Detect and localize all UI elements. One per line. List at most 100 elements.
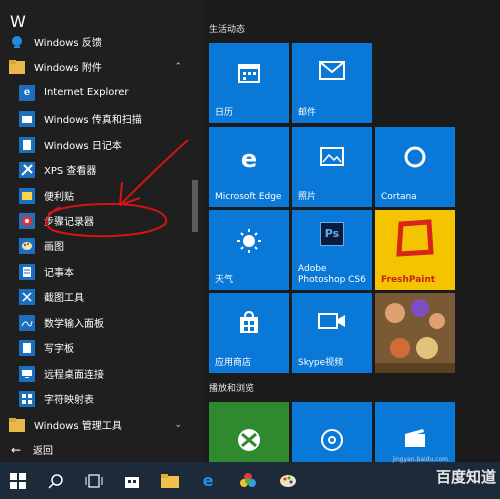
notepad-icon bbox=[19, 263, 35, 280]
xbox-icon bbox=[209, 428, 289, 452]
app-item-label: 截图工具 bbox=[44, 293, 84, 304]
app-item-wordpad[interactable]: 写字板 bbox=[0, 335, 190, 360]
app-item-label: Windows 传真和扫描 bbox=[44, 115, 142, 126]
photoshop-icon: Ps bbox=[292, 222, 372, 246]
tile-label: Adobe Photoshop CS6 bbox=[298, 264, 366, 285]
tile-calendar[interactable]: 日历 bbox=[209, 43, 289, 123]
taskbar: e bbox=[0, 462, 500, 499]
app-item-label: 记事本 bbox=[44, 268, 74, 279]
mail-icon bbox=[292, 61, 372, 81]
wordpad-icon bbox=[19, 339, 35, 356]
app-item-steps-recorder[interactable]: 步骤记录器 bbox=[0, 208, 190, 233]
app-item-snipping-tool[interactable]: 截图工具 bbox=[0, 284, 190, 309]
watermark-text: 百度知道 bbox=[435, 468, 496, 486]
scrollbar-thumb[interactable] bbox=[192, 180, 198, 232]
chevron-down-icon[interactable]: ⌄ bbox=[174, 420, 182, 430]
app-item-paint[interactable]: 画图 bbox=[0, 233, 190, 258]
back-arrow-icon: ← bbox=[10, 442, 22, 457]
xps-icon bbox=[19, 161, 35, 178]
app-list-panel: W Windows 反馈 Windows 附件 ⌃ e Internet Exp… bbox=[0, 0, 203, 462]
tile-photos[interactable]: 照片 bbox=[292, 127, 372, 207]
app-item-windows-feedback[interactable]: Windows 反馈 bbox=[0, 29, 190, 54]
sticky-notes-icon bbox=[19, 187, 35, 204]
chevron-up-icon[interactable]: ⌃ bbox=[174, 62, 182, 72]
explorer-icon[interactable] bbox=[152, 462, 188, 499]
freshpaint-icon bbox=[375, 218, 455, 258]
charmap-icon bbox=[19, 390, 35, 407]
app-item-label: Internet Explorer bbox=[44, 87, 129, 98]
tile-label: Skype视频 bbox=[298, 358, 344, 368]
tiles-panel: 生活动态 日历 邮件 e Microsoft Edge 照片 Cortana 天… bbox=[203, 0, 500, 462]
store-icon[interactable] bbox=[114, 462, 150, 499]
app-item-label: 画图 bbox=[44, 242, 64, 253]
tile-groove[interactable] bbox=[292, 402, 372, 462]
app-item-label: 写字板 bbox=[44, 344, 74, 355]
folder-label: Windows 附件 bbox=[34, 63, 102, 74]
cortana-icon bbox=[375, 145, 455, 169]
app-item-fax-scan[interactable]: Windows 传真和扫描 bbox=[0, 106, 190, 131]
tile-edge[interactable]: e Microsoft Edge bbox=[209, 127, 289, 207]
folder-windows-admin-tools[interactable]: Windows 管理工具 ⌄ bbox=[0, 412, 190, 437]
back-label: 返回 bbox=[33, 446, 53, 457]
tile-label: Cortana bbox=[381, 192, 417, 202]
folder-label: Windows 管理工具 bbox=[34, 421, 122, 432]
tile-game[interactable] bbox=[375, 293, 455, 373]
task-view-icon[interactable] bbox=[76, 462, 112, 499]
tile-label: FreshPaint bbox=[381, 275, 436, 285]
paint-icon[interactable] bbox=[270, 462, 306, 499]
app-item-xps-viewer[interactable]: XPS 查看器 bbox=[0, 157, 190, 182]
groove-icon bbox=[292, 428, 372, 452]
app-item-internet-explorer[interactable]: e Internet Explorer bbox=[0, 80, 190, 105]
app-item-label: 远程桌面连接 bbox=[44, 370, 104, 381]
tile-skype-video[interactable]: Skype视频 bbox=[292, 293, 372, 373]
store-icon bbox=[209, 311, 289, 335]
tile-weather[interactable]: 天气 bbox=[209, 210, 289, 290]
app-item-label: 字符映射表 bbox=[44, 395, 94, 406]
app-item-sticky-notes[interactable]: 便利贴 bbox=[0, 183, 190, 208]
game-icon bbox=[375, 293, 455, 373]
app-item-label: XPS 查看器 bbox=[44, 166, 97, 177]
tile-label: Microsoft Edge bbox=[215, 192, 282, 202]
edge-icon[interactable]: e bbox=[190, 462, 226, 499]
folder-icon bbox=[9, 417, 25, 433]
movies-icon bbox=[375, 428, 455, 448]
feedback-icon bbox=[9, 34, 25, 50]
remote-desktop-icon bbox=[19, 365, 35, 382]
fax-icon bbox=[19, 110, 35, 127]
photos-icon bbox=[292, 145, 372, 167]
tile-store[interactable]: 应用商店 bbox=[209, 293, 289, 373]
group-title-life: 生活动态 bbox=[209, 25, 246, 35]
app-item-label: Windows 日记本 bbox=[44, 141, 122, 152]
app-item-remote-desktop[interactable]: 远程桌面连接 bbox=[0, 361, 190, 386]
watermark-subtext: jingyan.baidu.com bbox=[392, 456, 448, 463]
group-title-play: 播放和浏览 bbox=[209, 384, 255, 394]
app-item-label: 步骤记录器 bbox=[44, 217, 94, 228]
ie-icon: e bbox=[19, 84, 35, 101]
math-input-icon bbox=[19, 314, 35, 331]
app-item-notepad[interactable]: 记事本 bbox=[0, 259, 190, 284]
start-icon[interactable] bbox=[0, 462, 36, 499]
tile-label: 日历 bbox=[215, 108, 234, 118]
tile-mail[interactable]: 邮件 bbox=[292, 43, 372, 123]
tile-xbox[interactable] bbox=[209, 402, 289, 462]
steps-recorder-icon bbox=[19, 212, 35, 229]
search-icon[interactable] bbox=[38, 462, 74, 499]
tile-freshpaint[interactable]: FreshPaint bbox=[375, 210, 455, 290]
skype-video-icon bbox=[292, 311, 372, 331]
color-app-icon[interactable] bbox=[230, 462, 266, 499]
tile-movies[interactable] bbox=[375, 402, 455, 462]
app-item-journal[interactable]: Windows 日记本 bbox=[0, 132, 190, 157]
folder-windows-accessories[interactable]: Windows 附件 ⌃ bbox=[0, 54, 190, 79]
app-item-charmap[interactable]: 字符映射表 bbox=[0, 386, 190, 411]
calendar-icon bbox=[209, 61, 289, 83]
tile-photoshop[interactable]: Ps Adobe Photoshop CS6 bbox=[292, 210, 372, 290]
app-item-label: 便利贴 bbox=[44, 192, 74, 203]
back-button[interactable]: ← 返回 bbox=[0, 437, 190, 462]
app-item-math-input[interactable]: 数学输入面板 bbox=[0, 310, 190, 335]
edge-icon: e bbox=[240, 145, 258, 173]
app-item-label: 数学输入面板 bbox=[44, 319, 104, 330]
app-item-label: Windows 反馈 bbox=[34, 38, 102, 49]
tile-cortana[interactable]: Cortana bbox=[375, 127, 455, 207]
photoshop-badge: Ps bbox=[320, 222, 344, 246]
weather-icon bbox=[209, 228, 289, 254]
